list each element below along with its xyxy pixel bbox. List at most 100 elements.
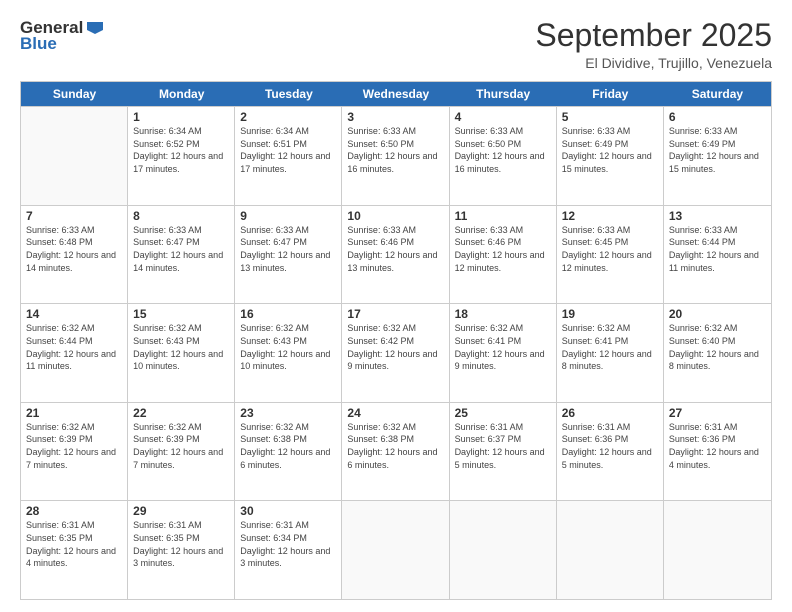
day-cell-30: 30Sunrise: 6:31 AM Sunset: 6:34 PM Dayli…: [235, 501, 342, 599]
day-info: Sunrise: 6:33 AM Sunset: 6:49 PM Dayligh…: [669, 125, 766, 175]
day-cell-8: 8Sunrise: 6:33 AM Sunset: 6:47 PM Daylig…: [128, 206, 235, 304]
day-number: 25: [455, 406, 551, 420]
day-info: Sunrise: 6:32 AM Sunset: 6:40 PM Dayligh…: [669, 322, 766, 372]
day-cell-11: 11Sunrise: 6:33 AM Sunset: 6:46 PM Dayli…: [450, 206, 557, 304]
day-number: 18: [455, 307, 551, 321]
day-info: Sunrise: 6:33 AM Sunset: 6:47 PM Dayligh…: [240, 224, 336, 274]
calendar-week-2: 7Sunrise: 6:33 AM Sunset: 6:48 PM Daylig…: [21, 205, 771, 304]
calendar-body: 1Sunrise: 6:34 AM Sunset: 6:52 PM Daylig…: [21, 106, 771, 599]
day-number: 6: [669, 110, 766, 124]
day-cell-7: 7Sunrise: 6:33 AM Sunset: 6:48 PM Daylig…: [21, 206, 128, 304]
day-number: 15: [133, 307, 229, 321]
day-cell-9: 9Sunrise: 6:33 AM Sunset: 6:47 PM Daylig…: [235, 206, 342, 304]
day-cell-3: 3Sunrise: 6:33 AM Sunset: 6:50 PM Daylig…: [342, 107, 449, 205]
day-cell-29: 29Sunrise: 6:31 AM Sunset: 6:35 PM Dayli…: [128, 501, 235, 599]
day-cell-2: 2Sunrise: 6:34 AM Sunset: 6:51 PM Daylig…: [235, 107, 342, 205]
day-header-tuesday: Tuesday: [235, 82, 342, 106]
calendar-header: SundayMondayTuesdayWednesdayThursdayFrid…: [21, 82, 771, 106]
day-cell-16: 16Sunrise: 6:32 AM Sunset: 6:43 PM Dayli…: [235, 304, 342, 402]
day-info: Sunrise: 6:31 AM Sunset: 6:36 PM Dayligh…: [669, 421, 766, 471]
day-cell-13: 13Sunrise: 6:33 AM Sunset: 6:44 PM Dayli…: [664, 206, 771, 304]
day-number: 26: [562, 406, 658, 420]
day-number: 10: [347, 209, 443, 223]
day-cell-6: 6Sunrise: 6:33 AM Sunset: 6:49 PM Daylig…: [664, 107, 771, 205]
calendar-week-4: 21Sunrise: 6:32 AM Sunset: 6:39 PM Dayli…: [21, 402, 771, 501]
day-cell-22: 22Sunrise: 6:32 AM Sunset: 6:39 PM Dayli…: [128, 403, 235, 501]
day-cell-1: 1Sunrise: 6:34 AM Sunset: 6:52 PM Daylig…: [128, 107, 235, 205]
day-info: Sunrise: 6:32 AM Sunset: 6:38 PM Dayligh…: [240, 421, 336, 471]
day-number: 13: [669, 209, 766, 223]
location-text: El Dividive, Trujillo, Venezuela: [535, 55, 772, 71]
day-info: Sunrise: 6:32 AM Sunset: 6:39 PM Dayligh…: [133, 421, 229, 471]
day-number: 2: [240, 110, 336, 124]
day-info: Sunrise: 6:32 AM Sunset: 6:38 PM Dayligh…: [347, 421, 443, 471]
day-number: 11: [455, 209, 551, 223]
day-info: Sunrise: 6:33 AM Sunset: 6:50 PM Dayligh…: [347, 125, 443, 175]
day-cell-5: 5Sunrise: 6:33 AM Sunset: 6:49 PM Daylig…: [557, 107, 664, 205]
day-info: Sunrise: 6:32 AM Sunset: 6:41 PM Dayligh…: [455, 322, 551, 372]
day-info: Sunrise: 6:32 AM Sunset: 6:41 PM Dayligh…: [562, 322, 658, 372]
day-cell-23: 23Sunrise: 6:32 AM Sunset: 6:38 PM Dayli…: [235, 403, 342, 501]
month-title: September 2025: [535, 18, 772, 53]
day-info: Sunrise: 6:33 AM Sunset: 6:44 PM Dayligh…: [669, 224, 766, 274]
day-info: Sunrise: 6:33 AM Sunset: 6:50 PM Dayligh…: [455, 125, 551, 175]
day-number: 12: [562, 209, 658, 223]
day-cell-empty: [342, 501, 449, 599]
calendar-week-1: 1Sunrise: 6:34 AM Sunset: 6:52 PM Daylig…: [21, 106, 771, 205]
day-number: 29: [133, 504, 229, 518]
day-cell-26: 26Sunrise: 6:31 AM Sunset: 6:36 PM Dayli…: [557, 403, 664, 501]
day-cell-24: 24Sunrise: 6:32 AM Sunset: 6:38 PM Dayli…: [342, 403, 449, 501]
logo-flag-icon: [85, 18, 105, 38]
day-info: Sunrise: 6:33 AM Sunset: 6:46 PM Dayligh…: [455, 224, 551, 274]
day-number: 7: [26, 209, 122, 223]
title-block: September 2025 El Dividive, Trujillo, Ve…: [535, 18, 772, 71]
day-number: 19: [562, 307, 658, 321]
day-info: Sunrise: 6:31 AM Sunset: 6:35 PM Dayligh…: [26, 519, 122, 569]
day-cell-27: 27Sunrise: 6:31 AM Sunset: 6:36 PM Dayli…: [664, 403, 771, 501]
day-number: 5: [562, 110, 658, 124]
day-info: Sunrise: 6:31 AM Sunset: 6:34 PM Dayligh…: [240, 519, 336, 569]
logo-blue-text: Blue: [20, 34, 57, 54]
day-header-sunday: Sunday: [21, 82, 128, 106]
day-number: 30: [240, 504, 336, 518]
day-cell-18: 18Sunrise: 6:32 AM Sunset: 6:41 PM Dayli…: [450, 304, 557, 402]
day-number: 4: [455, 110, 551, 124]
day-info: Sunrise: 6:33 AM Sunset: 6:49 PM Dayligh…: [562, 125, 658, 175]
day-cell-empty: [557, 501, 664, 599]
day-number: 8: [133, 209, 229, 223]
day-cell-25: 25Sunrise: 6:31 AM Sunset: 6:37 PM Dayli…: [450, 403, 557, 501]
day-number: 3: [347, 110, 443, 124]
day-cell-17: 17Sunrise: 6:32 AM Sunset: 6:42 PM Dayli…: [342, 304, 449, 402]
day-number: 21: [26, 406, 122, 420]
day-number: 27: [669, 406, 766, 420]
day-info: Sunrise: 6:32 AM Sunset: 6:43 PM Dayligh…: [133, 322, 229, 372]
day-info: Sunrise: 6:34 AM Sunset: 6:52 PM Dayligh…: [133, 125, 229, 175]
day-number: 17: [347, 307, 443, 321]
calendar-grid: SundayMondayTuesdayWednesdayThursdayFrid…: [20, 81, 772, 600]
day-info: Sunrise: 6:33 AM Sunset: 6:46 PM Dayligh…: [347, 224, 443, 274]
calendar-week-5: 28Sunrise: 6:31 AM Sunset: 6:35 PM Dayli…: [21, 500, 771, 599]
day-header-saturday: Saturday: [664, 82, 771, 106]
day-info: Sunrise: 6:32 AM Sunset: 6:39 PM Dayligh…: [26, 421, 122, 471]
calendar-page: General Blue September 2025 El Dividive,…: [0, 0, 792, 612]
day-cell-28: 28Sunrise: 6:31 AM Sunset: 6:35 PM Dayli…: [21, 501, 128, 599]
calendar-week-3: 14Sunrise: 6:32 AM Sunset: 6:44 PM Dayli…: [21, 303, 771, 402]
day-info: Sunrise: 6:33 AM Sunset: 6:48 PM Dayligh…: [26, 224, 122, 274]
day-info: Sunrise: 6:31 AM Sunset: 6:37 PM Dayligh…: [455, 421, 551, 471]
page-header: General Blue September 2025 El Dividive,…: [20, 18, 772, 71]
day-cell-20: 20Sunrise: 6:32 AM Sunset: 6:40 PM Dayli…: [664, 304, 771, 402]
day-number: 14: [26, 307, 122, 321]
day-info: Sunrise: 6:31 AM Sunset: 6:36 PM Dayligh…: [562, 421, 658, 471]
day-number: 22: [133, 406, 229, 420]
day-info: Sunrise: 6:31 AM Sunset: 6:35 PM Dayligh…: [133, 519, 229, 569]
day-cell-empty: [450, 501, 557, 599]
logo: General Blue: [20, 18, 105, 54]
day-number: 9: [240, 209, 336, 223]
day-header-thursday: Thursday: [450, 82, 557, 106]
day-number: 20: [669, 307, 766, 321]
day-cell-empty: [664, 501, 771, 599]
day-cell-10: 10Sunrise: 6:33 AM Sunset: 6:46 PM Dayli…: [342, 206, 449, 304]
day-number: 1: [133, 110, 229, 124]
day-number: 16: [240, 307, 336, 321]
day-header-wednesday: Wednesday: [342, 82, 449, 106]
